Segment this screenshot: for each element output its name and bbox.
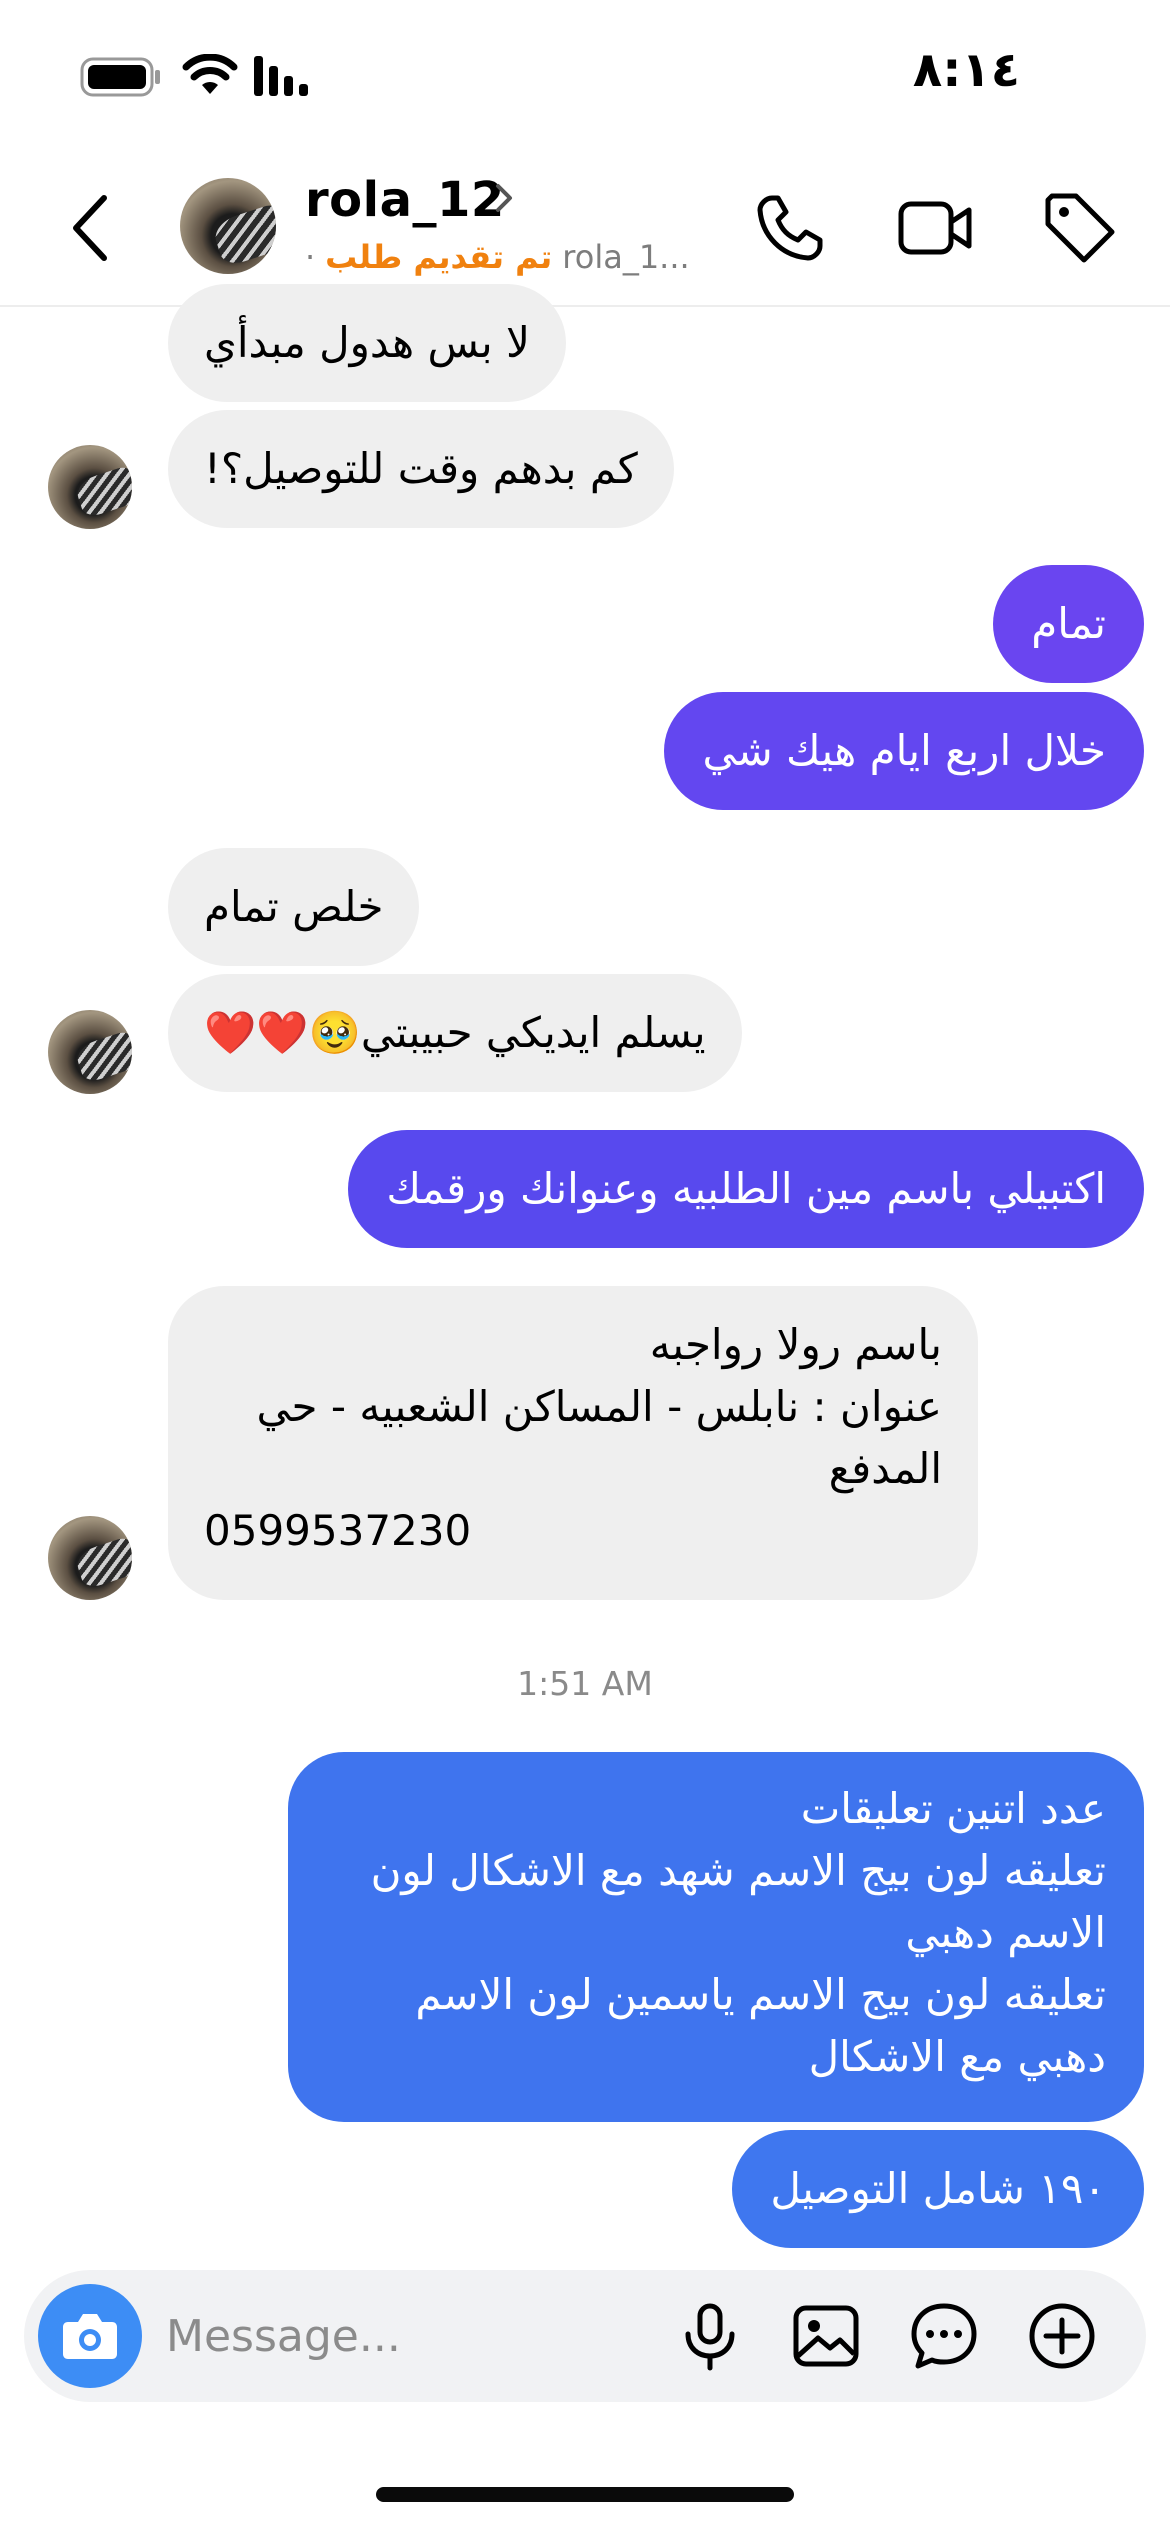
plus-circle-icon[interactable] [1026,2300,1098,2372]
camera-icon [63,2314,117,2359]
message-line: عدد اتنين تعليقات [800,1784,1106,1833]
message-bubble-incoming[interactable]: يسلم ايديكي حبيبتي🥹❤️❤️ [168,974,742,1092]
message-bubble-outgoing[interactable]: خلال اربع ايام هيك شي [664,692,1144,810]
sender-avatar[interactable] [48,1010,132,1094]
sender-avatar[interactable] [48,445,132,529]
message-timestamp: 1:51 AM [517,1664,653,1703]
message-bubble-outgoing[interactable]: عدد اتنين تعليقات تعليقه لون بيج الاسم ش… [288,1752,1144,2122]
subtitle-separator: · [305,238,316,276]
image-icon[interactable] [790,2300,862,2372]
message-bubble-outgoing[interactable]: تمام [993,565,1144,683]
profile-username[interactable]: rola_12 [305,172,505,228]
status-time: ٨:١٤ [912,42,1020,98]
wifi-icon [182,54,238,94]
sticker-chat-icon[interactable] [908,2300,980,2372]
message-line: باسم رولا رواجبه [649,1320,942,1369]
profile-subtitle[interactable]: · تم تقديم طلب rola_1... [305,238,690,276]
message-bubble-incoming[interactable]: باسم رولا رواجبه عنوان : نابلس - المساكن… [168,1286,978,1600]
sender-avatar[interactable] [48,1516,132,1600]
message-line: تعليقه لون بيج الاسم شهد مع الاشكال لون [370,1846,1106,1895]
message-bubble-outgoing[interactable]: اكتبيلي باسم مين الطلبيه وعنوانك ورقمك [348,1130,1144,1248]
message-composer [24,2270,1146,2402]
message-line: 0599537230 [204,1506,472,1555]
message-line: تعليقه لون بيج الاسم ياسمين لون الاسم [415,1970,1106,2019]
message-line: عنوان : نابلس - المساكن الشعبيه - حي [256,1382,943,1431]
home-indicator[interactable] [376,2487,794,2502]
message-bubble-incoming[interactable]: لا بس هدول مبدأي [168,284,566,402]
chat-header: rola_12 · تم تقديم طلب rola_1... [0,150,1170,307]
message-bubble-outgoing[interactable]: ١٩٠ شامل التوصيل [732,2130,1144,2248]
message-line: الاسم دهبي [905,1908,1106,1957]
order-status-text: تم تقديم طلب [325,238,553,276]
microphone-icon[interactable] [674,2300,746,2372]
back-chevron-icon[interactable] [62,188,122,268]
chevron-right-icon[interactable] [490,178,518,218]
tag-icon[interactable] [1040,188,1120,268]
video-camera-icon[interactable] [895,188,975,268]
message-line: دهبي مع الاشكال [808,2032,1106,2081]
profile-avatar[interactable] [180,178,276,274]
message-line: المدفع [828,1444,942,1493]
phone-icon[interactable] [750,188,830,268]
signal-icon [254,56,308,96]
message-input[interactable] [166,2300,646,2372]
camera-button[interactable] [38,2284,142,2388]
message-bubble-incoming[interactable]: كم بدهم وقت للتوصيل؟! [168,410,674,528]
subtitle-username: rola_1... [562,238,690,276]
status-bar: ٨:١٤ [0,0,1170,150]
message-bubble-incoming[interactable]: خلص تمام [168,848,420,966]
battery-icon [80,57,160,97]
